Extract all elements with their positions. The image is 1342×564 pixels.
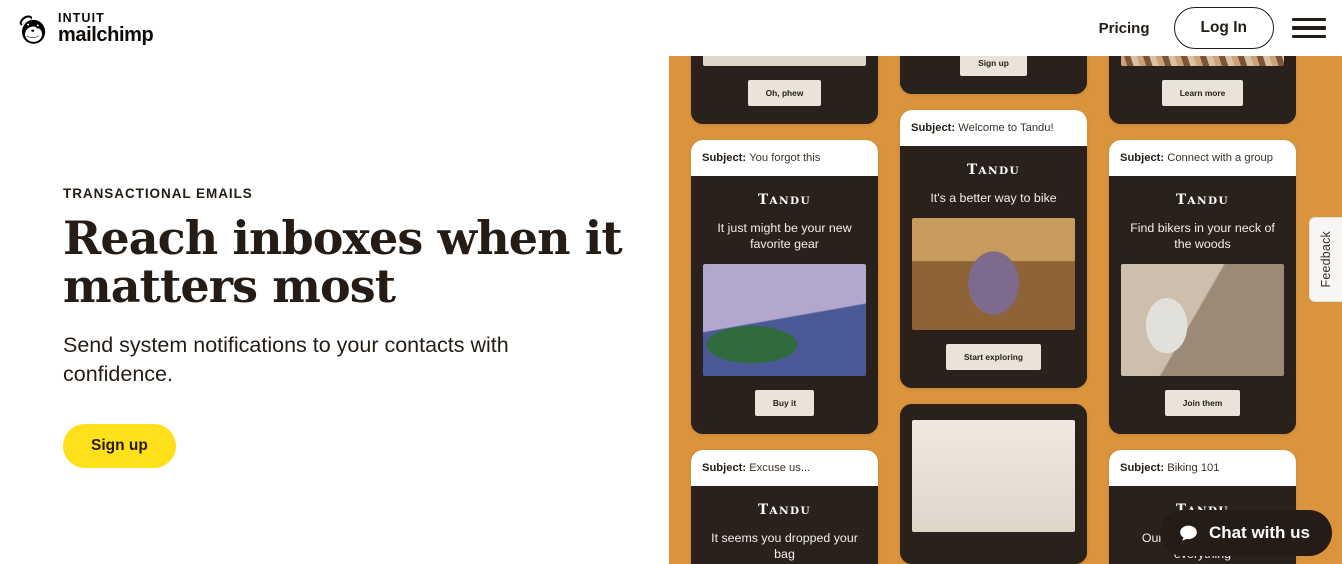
- email-card-image: [912, 218, 1075, 331]
- email-subject-bar: Subject: Excuse us...: [691, 450, 878, 487]
- mailchimp-freddie-icon: [19, 15, 46, 44]
- tandu-brand-logo: TANDU: [757, 502, 812, 519]
- email-subject-label: Subject:: [1120, 152, 1168, 164]
- logo-wordmark: INTUIT mailchimp: [58, 10, 154, 46]
- tandu-brand-logo: TANDU: [1175, 192, 1230, 208]
- logo-intuit-text: INTUIT: [58, 10, 105, 25]
- email-card-image: [1121, 56, 1284, 66]
- email-subject-label: Subject:: [702, 152, 750, 164]
- email-card-body: Learn more: [1109, 56, 1296, 124]
- hero-eyebrow: TRANSACTIONAL EMAILS: [63, 186, 253, 201]
- email-subject-text: Excuse us...: [749, 462, 811, 475]
- email-card-cta-button[interactable]: Learn more: [1161, 80, 1244, 106]
- email-subject-text: Connect with a group: [1167, 152, 1273, 164]
- email-card-image: [703, 56, 866, 66]
- email-preview-card[interactable]: Subject: Welcome to Tandu! TANDU It's a be…: [900, 110, 1087, 389]
- email-card-headline: Find bikers in your neck of the woods: [1130, 221, 1275, 252]
- email-card-cta-button[interactable]: Buy it: [754, 390, 815, 417]
- hero-subhead: Send system notifications to your contac…: [63, 332, 509, 387]
- email-subject-label: Subject:: [702, 462, 750, 475]
- email-subject-text: You forgot this: [749, 152, 821, 164]
- tandu-brand-logo: TANDU: [757, 192, 812, 208]
- email-card-headline: It just might be your new favorite gear: [717, 221, 852, 252]
- email-card-image: [912, 420, 1075, 533]
- email-subject-text: Welcome to Tandu!: [958, 122, 1054, 135]
- login-button[interactable]: Log In: [1173, 7, 1274, 49]
- email-card-body: [900, 404, 1087, 564]
- email-subject-label: Subject:: [911, 122, 959, 135]
- email-card-body: Oh, phew: [691, 56, 878, 124]
- chat-widget-label: Chat with us: [1208, 523, 1310, 542]
- nav-link-pricing[interactable]: Pricing: [1093, 16, 1156, 41]
- email-card-body: TANDU Find bikers in your neck of the woo…: [1109, 176, 1296, 435]
- signup-button[interactable]: Sign up: [63, 423, 176, 468]
- email-card-column: Learn more Subject: Connect with a group T…: [1109, 56, 1296, 564]
- email-card-cta-button[interactable]: Oh, phew: [747, 80, 822, 106]
- email-card-headline: It's a better way to bike: [930, 191, 1057, 206]
- chat-bubble-icon: [1180, 525, 1197, 540]
- email-preview-card[interactable]: Oh, phew: [691, 56, 878, 124]
- email-card-cta-button[interactable]: Start exploring: [945, 344, 1042, 371]
- email-subject-bar: Subject: You forgot this: [691, 140, 878, 176]
- email-preview-card[interactable]: Learn more: [1109, 56, 1296, 124]
- mailchimp-logo[interactable]: INTUIT mailchimp: [13, 10, 154, 46]
- email-card-image: [1121, 264, 1284, 377]
- email-card-headline: It seems you dropped your bag: [711, 531, 858, 562]
- header-nav: Pricing Log In: [1093, 0, 1326, 56]
- email-card-body: TANDU It's a better way to bike Start expl…: [900, 146, 1087, 389]
- hamburger-menu-icon[interactable]: [1292, 15, 1326, 41]
- email-subject-bar: Subject: Biking 101: [1109, 450, 1296, 487]
- email-preview-card[interactable]: Subject: You forgot this TANDU It just mig…: [691, 140, 878, 435]
- email-card-image: [703, 264, 866, 377]
- page-title: Reach inboxes when it matters most: [63, 211, 623, 313]
- email-card-cta-button[interactable]: Sign up: [960, 56, 1027, 77]
- email-card-column: A more efficient way to packSign up Subje…: [900, 56, 1087, 564]
- email-card-body: TANDU It seems you dropped your bag: [691, 486, 878, 564]
- email-card-columns: Oh, phew Subject: You forgot this TANDU It …: [669, 56, 1342, 564]
- email-card-body: TANDU It just might be your new favorite …: [691, 176, 878, 435]
- chat-widget-button[interactable]: Chat with us: [1159, 510, 1332, 556]
- email-subject-text: Biking 101: [1167, 462, 1220, 475]
- hero-copy: TRANSACTIONAL EMAILS Reach inboxes when …: [63, 186, 623, 468]
- site-header: INTUIT mailchimp Pricing Log In: [0, 0, 1342, 56]
- email-card-cta-button[interactable]: Join them: [1164, 390, 1241, 417]
- email-subject-bar: Subject: Welcome to Tandu!: [900, 110, 1087, 147]
- email-preview-card[interactable]: A more efficient way to packSign up: [900, 56, 1087, 95]
- email-card-body: A more efficient way to packSign up: [900, 56, 1087, 95]
- email-showcase-panel: Oh, phew Subject: You forgot this TANDU It …: [669, 56, 1342, 564]
- email-preview-card[interactable]: Subject: Excuse us... TANDU It seems you d…: [691, 450, 878, 564]
- email-preview-card[interactable]: Subject: Connect with a group TANDU Find b…: [1109, 140, 1296, 435]
- email-card-column: Oh, phew Subject: You forgot this TANDU It …: [691, 56, 878, 564]
- logo-mailchimp-text: mailchimp: [58, 23, 154, 46]
- tandu-brand-logo: TANDU: [966, 162, 1021, 179]
- feedback-tab-label: Feedback: [1319, 231, 1333, 288]
- email-subject-label: Subject:: [1120, 462, 1168, 475]
- feedback-tab[interactable]: Feedback: [1309, 217, 1342, 302]
- email-preview-card[interactable]: [900, 404, 1087, 564]
- landing-page: INTUIT mailchimp Pricing Log In TRANSACT…: [0, 0, 1342, 564]
- email-subject-bar: Subject: Connect with a group: [1109, 140, 1296, 176]
